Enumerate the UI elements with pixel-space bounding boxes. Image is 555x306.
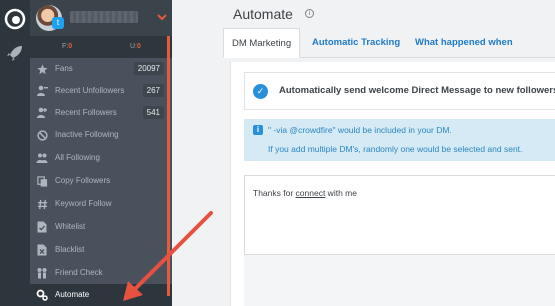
document-x-icon (36, 244, 48, 256)
recent-followers-icon (36, 107, 48, 119)
ban-icon (36, 129, 48, 141)
sidebar-item-fans[interactable]: Fans 20097 (30, 58, 172, 81)
dm-text-underlined-word: connect (295, 188, 326, 198)
sidebar: t F:0 U:0 Fans 20097 Recent Unfollowers … (30, 0, 172, 306)
sidebar-item-label: Automate (55, 290, 90, 299)
sidebar-item-copy-followers[interactable]: Copy Followers (30, 170, 172, 193)
check-icon[interactable]: ✓ (253, 84, 268, 99)
sidebar-item-label: Inactive Following (55, 130, 119, 139)
sidebar-item-label: Friend Check (55, 268, 103, 277)
stat-f: F:0 (62, 43, 73, 50)
chevron-down-icon[interactable] (155, 10, 169, 24)
sidebar-item-label: Blacklist (55, 245, 85, 254)
sidebar-item-recent-followers[interactable]: Recent Followers 541 (30, 102, 172, 125)
page-title: Automate (233, 6, 293, 22)
sidebar-item-label: Keyword Follow (55, 199, 112, 208)
crowdfire-logo-icon[interactable] (2, 6, 28, 32)
info-icon[interactable]: i (305, 9, 314, 18)
tab-what-happened-when[interactable]: What happened when (415, 28, 513, 58)
dm-marketing-panel: ✓ Automatically send welcome Direct Mess… (230, 62, 555, 306)
sidebar-item-label: Recent Unfollowers (55, 86, 125, 95)
info-icon: i (253, 125, 263, 135)
sidebar-item-recent-unfollowers[interactable]: Recent Unfollowers 267 (30, 80, 172, 103)
main-content: Automate i DM Marketing Automatic Tracki… (213, 0, 555, 306)
copy-icon (36, 175, 48, 187)
friend-check-icon (36, 267, 48, 279)
document-check-icon (36, 221, 48, 233)
dm-message-textarea[interactable]: Thanks for connect with me (244, 175, 555, 255)
tab-bar: DM Marketing Automatic Tracking What hap… (223, 28, 555, 58)
welcome-dm-label: Automatically send welcome Direct Messag… (279, 85, 555, 96)
sidebar-item-keyword-follow[interactable]: Keyword Follow (30, 193, 172, 216)
gears-icon (36, 289, 48, 301)
notice-line-2: If you add multiple DM's, randomly one w… (268, 144, 523, 154)
users-icon (36, 152, 48, 164)
sidebar-item-whitelist[interactable]: Whitelist (30, 216, 172, 239)
sidebar-item-label: Whitelist (55, 222, 86, 231)
sidebar-item-inactive-following[interactable]: Inactive Following (30, 124, 172, 147)
recent-unfollowers-icon (36, 85, 48, 97)
account-stats: F:0 U:0 (30, 36, 172, 58)
sidebar-item-label: Recent Followers (55, 108, 117, 117)
tab-dm-marketing[interactable]: DM Marketing (223, 28, 301, 58)
scrollbar[interactable] (167, 36, 170, 296)
sidebar-item-label: Fans (55, 64, 73, 73)
dm-message-text: Thanks for connect with me (253, 188, 357, 198)
sidebar-item-blacklist[interactable]: Blacklist (30, 239, 172, 262)
rocket-icon[interactable] (2, 40, 28, 66)
dm-box-footer (244, 255, 555, 306)
count-badge: 267 (142, 84, 164, 97)
sidebar-item-friend-check[interactable]: Friend Check (30, 262, 172, 285)
icon-rail (0, 0, 30, 306)
sidebar-item-automate[interactable]: Automate (30, 284, 172, 306)
info-notice: i " -via @crowdfire" would be included i… (244, 119, 555, 161)
count-badge: 541 (142, 106, 164, 119)
sidebar-item-label: Copy Followers (55, 176, 111, 185)
hashtag-icon (36, 198, 48, 210)
welcome-dm-toggle-row[interactable]: ✓ Automatically send welcome Direct Mess… (244, 72, 555, 110)
sidebar-item-label: All Following (55, 153, 100, 162)
account-header[interactable]: t (30, 0, 172, 36)
stat-u: U:0 (130, 43, 141, 50)
twitter-icon: t (52, 17, 64, 29)
tab-automatic-tracking[interactable]: Automatic Tracking (312, 28, 400, 58)
sidebar-item-all-following[interactable]: All Following (30, 147, 172, 170)
notice-line-1: " -via @crowdfire" would be included in … (268, 125, 452, 135)
star-icon (36, 63, 48, 75)
account-name-redacted (70, 11, 138, 23)
count-badge: 20097 (133, 62, 164, 75)
